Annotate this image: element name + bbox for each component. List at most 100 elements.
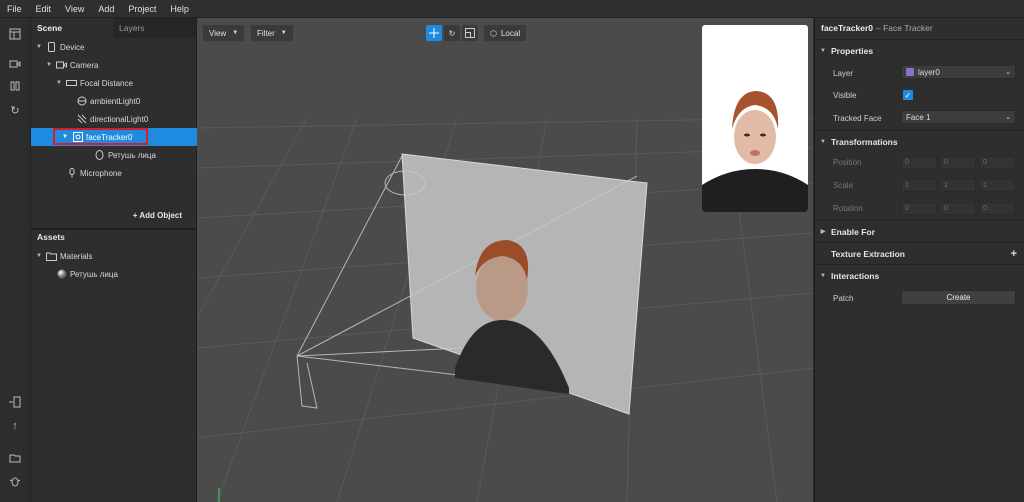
tracked-face-value: Face 1 (906, 112, 931, 122)
position-label: Position (833, 158, 862, 167)
tree-item-label: Focal Distance (80, 78, 133, 88)
inspector-title: faceTracker0 – Face Tracker (815, 18, 1024, 38)
tree-item-label: Microphone (80, 168, 122, 178)
video-icon[interactable] (7, 56, 23, 72)
camera-icon (56, 60, 67, 71)
add-icon[interactable]: + (1011, 248, 1017, 260)
scale-tool-icon[interactable] (462, 25, 478, 41)
create-patch-button[interactable]: Create (901, 290, 1016, 305)
pause-icon[interactable] (7, 78, 23, 94)
scale-y-field[interactable]: 1 (940, 179, 976, 192)
tab-layers[interactable]: Layers (113, 18, 195, 38)
cube-icon: ⬡ (490, 28, 497, 38)
scene-panel: Scene Layers ▼ Device ▼ Camera ▼ Focal D… (31, 18, 226, 502)
tree-item-label: ambientLight0 (90, 96, 141, 106)
move-tool-icon[interactable] (426, 25, 442, 41)
bug-icon[interactable] (7, 473, 23, 489)
folder-icon (46, 251, 57, 262)
assets-title: Assets (37, 232, 65, 242)
expand-arrow-icon[interactable]: ▼ (35, 44, 43, 50)
layer-label: Layer (833, 69, 854, 78)
view-dropdown[interactable]: View ▼ (203, 25, 245, 41)
directional-light-icon (76, 114, 87, 125)
scale-label: Scale (833, 181, 854, 190)
section-interactions-label: Interactions (831, 270, 880, 281)
rotation-fields: 0 0 0 (901, 202, 1015, 215)
new-folder-icon[interactable] (7, 450, 23, 466)
expand-arrow-icon[interactable]: ▼ (45, 62, 53, 68)
expand-arrow-icon[interactable]: ▼ (35, 253, 43, 259)
tree-item-microphone[interactable]: Microphone (31, 164, 220, 182)
tree-item-focal-distance[interactable]: ▼ Focal Distance (31, 74, 220, 92)
add-object-button[interactable]: + Add Object (31, 205, 196, 225)
tree-item-device[interactable]: ▼ Device (31, 38, 200, 56)
visible-checkbox[interactable]: ✓ (903, 90, 913, 100)
panel-divider (31, 228, 196, 230)
chevron-down-icon: ⌄ (1005, 114, 1011, 121)
menu-add[interactable]: Add (91, 4, 121, 14)
section-texture-extraction[interactable]: Texture Extraction + (815, 242, 1024, 264)
asset-item-material[interactable]: Ретушь лица (31, 265, 218, 283)
expand-arrow-icon[interactable]: ▼ (55, 80, 63, 86)
rotation-y-field[interactable]: 0 (940, 202, 976, 215)
upload-icon[interactable]: ↑ (7, 418, 23, 434)
menu-project[interactable]: Project (121, 4, 163, 14)
section-enable-for[interactable]: ▶ Enable For (815, 220, 1024, 242)
scale-x-field[interactable]: 1 (901, 179, 937, 192)
position-y-field[interactable]: 0 (940, 156, 976, 169)
layer-value: layer0 (918, 67, 940, 77)
section-texture-extraction-label: Texture Extraction (831, 248, 906, 259)
tracked-face-label: Tracked Face (833, 114, 882, 123)
position-z-field[interactable]: 0 (979, 156, 1015, 169)
menu-edit[interactable]: Edit (29, 4, 59, 14)
menu-bar: File Edit View Add Project Help (0, 0, 1024, 18)
rotation-z-field[interactable]: 0 (979, 202, 1015, 215)
layer-dropdown[interactable]: layer0 ⌄ (901, 65, 1016, 79)
tool-strip: ↻ ↑ (0, 18, 31, 502)
collapse-arrow-icon: ▼ (820, 272, 826, 279)
section-properties[interactable]: ▼ Properties (815, 39, 1024, 61)
chevron-down-icon: ▼ (232, 30, 239, 36)
rotation-label: Rotation (833, 204, 863, 213)
expand-arrow-icon: ▶ (820, 229, 826, 235)
rotation-x-field[interactable]: 0 (901, 202, 937, 215)
tree-item-camera[interactable]: ▼ Camera (31, 56, 210, 74)
preview-device-icon[interactable] (7, 394, 23, 410)
menu-file[interactable]: File (0, 4, 29, 14)
tab-scene[interactable]: Scene (31, 18, 113, 38)
inspector-object-type: – Face Tracker (876, 23, 933, 33)
tree-item-label: Ретушь лица (108, 150, 156, 160)
tree-item-label: Camera (70, 60, 99, 70)
section-enable-for-label: Enable For (831, 226, 875, 237)
refresh-icon[interactable]: ↻ (7, 102, 23, 118)
tracked-face-dropdown[interactable]: Face 1 ⌄ (901, 110, 1016, 124)
asset-folder-materials[interactable]: ▼ Materials (31, 247, 200, 265)
viewport[interactable]: View ▼ Filter ▼ ↻ ⬡ Local (197, 18, 813, 502)
position-x-field[interactable]: 0 (901, 156, 937, 169)
workspace-icon[interactable] (7, 26, 23, 42)
chevron-down-icon: ▼ (280, 30, 287, 36)
asset-item-label: Ретушь лица (70, 269, 118, 279)
selection-highlight-box (53, 128, 148, 145)
menu-help[interactable]: Help (163, 4, 196, 14)
filter-label: Filter (257, 28, 275, 38)
collapse-arrow-icon: ▼ (820, 47, 826, 54)
scale-z-field[interactable]: 1 (979, 179, 1015, 192)
collapse-arrow-icon: ▼ (820, 138, 826, 145)
layer-color-swatch (906, 68, 914, 76)
rotate-tool-icon[interactable]: ↻ (444, 25, 460, 41)
section-transformations[interactable]: ▼ Transformations (815, 130, 1024, 152)
section-interactions[interactable]: ▼ Interactions (815, 264, 1024, 286)
inspector-panel: faceTracker0 – Face Tracker ▼ Properties… (814, 18, 1024, 502)
menu-view[interactable]: View (58, 4, 91, 14)
local-space-toggle[interactable]: ⬡ Local (484, 25, 527, 41)
view-label: View (209, 28, 227, 38)
position-fields: 0 0 0 (901, 156, 1015, 169)
scene-tabs: Scene Layers (31, 18, 196, 38)
section-transformations-label: Transformations (831, 136, 898, 147)
section-properties-label: Properties (831, 45, 874, 56)
filter-dropdown[interactable]: Filter ▼ (251, 25, 293, 41)
inspector-object-name: faceTracker0 (821, 23, 873, 33)
asset-folder-label: Materials (60, 251, 93, 261)
face-mesh-icon (94, 150, 105, 161)
